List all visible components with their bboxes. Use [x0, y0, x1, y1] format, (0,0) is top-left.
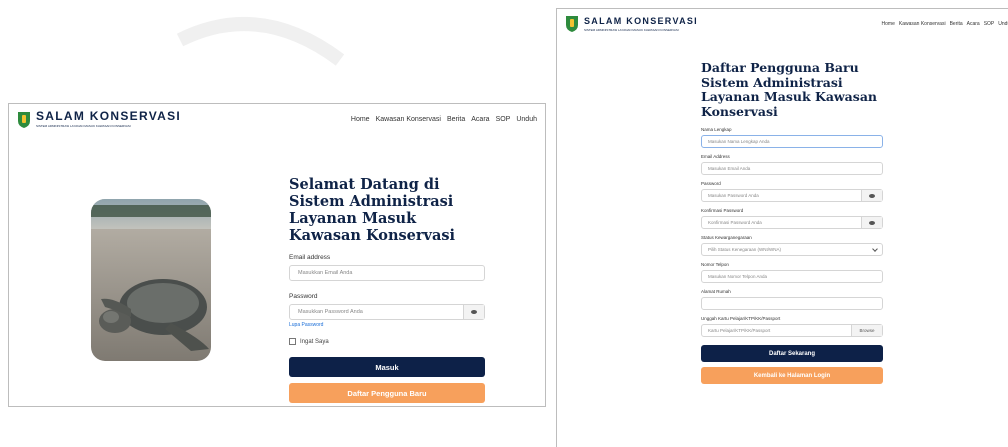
- password-label: Password: [701, 181, 721, 186]
- remember-label: Ingat Saya: [300, 338, 329, 345]
- remember-checkbox[interactable]: [289, 338, 296, 345]
- show-password-button[interactable]: [463, 305, 484, 319]
- remember-me[interactable]: Ingat Saya: [289, 338, 485, 345]
- confirm-password-placeholder: Konfirmasi Password Anda: [708, 220, 762, 225]
- nav-kawasan-konservasi[interactable]: Kawasan Konservasi: [376, 116, 441, 123]
- upload-field[interactable]: Kartu Pelajar/KTP/KK/Passport Browse: [701, 324, 883, 337]
- login-title: Selamat Datang di Sistem Administrasi La…: [289, 176, 456, 244]
- brand-tagline: SISTEM ADMINISTRASI LAYANAN MASUK KAWASA…: [584, 27, 679, 32]
- register-button[interactable]: Daftar Pengguna Baru: [289, 383, 485, 403]
- nav-menu: Home Kawasan Konservasi Berita Acara SOP…: [351, 116, 537, 123]
- nav-home[interactable]: Home: [882, 21, 895, 27]
- register-form: Daftar Pengguna Baru Sistem Administrasi…: [701, 60, 883, 384]
- nav-sop[interactable]: SOP: [496, 116, 511, 123]
- eye-icon: [869, 220, 875, 225]
- password-field[interactable]: Masukan Password Anda: [701, 189, 883, 202]
- register-title: Daftar Pengguna Baru Sistem Administrasi…: [701, 60, 878, 119]
- navbar-register: SALAM KONSERVASI SISTEM ADMINISTRASI LAY…: [557, 9, 1008, 43]
- login-button[interactable]: Masuk: [289, 357, 485, 377]
- register-window: SALAM KONSERVASI SISTEM ADMINISTRASI LAY…: [556, 8, 1008, 447]
- citizenship-label: Status Kewarganegaraan: [701, 235, 752, 240]
- chevron-down-icon: [872, 246, 878, 252]
- email-field[interactable]: Masukkan Email Anda: [289, 265, 485, 281]
- nav-acara[interactable]: Acara: [967, 21, 980, 27]
- phone-placeholder: Masukan Nomor Telpon Anda: [708, 274, 767, 279]
- phone-field[interactable]: Masukan Nomor Telpon Anda: [701, 270, 883, 283]
- turtle-image: [91, 199, 211, 361]
- password-field[interactable]: Masukkan Password Anda: [289, 304, 485, 320]
- email-label: Email address: [289, 254, 331, 261]
- brand-logo-register[interactable]: SALAM KONSERVASI SISTEM ADMINISTRASI LAY…: [565, 15, 698, 33]
- upload-label: Unggah Kartu Pelajar/KTP/KK/Passport: [701, 316, 781, 321]
- nav-home[interactable]: Home: [351, 116, 370, 123]
- phone-label: Nomor Telpon: [701, 262, 729, 267]
- register-submit-button[interactable]: Daftar Sekarang: [701, 345, 883, 362]
- nav-sop[interactable]: SOP: [984, 21, 995, 27]
- browse-button[interactable]: Browse: [851, 325, 882, 336]
- brand-tagline: SISTEM ADMINISTRASI LAYANAN MASUK KAWASA…: [36, 124, 131, 128]
- login-window: SALAM KONSERVASI SISTEM ADMINISTRASI LAY…: [8, 103, 546, 407]
- nav-berita[interactable]: Berita: [447, 116, 465, 123]
- email-label: Email Address: [701, 154, 730, 159]
- email-placeholder: Masukkan Email Anda: [298, 270, 353, 276]
- nav-acara[interactable]: Acara: [471, 116, 489, 123]
- address-label: Alamat Rumah: [701, 289, 731, 294]
- email-field[interactable]: Masukan Email Anda: [701, 162, 883, 175]
- nav-kawasan-konservasi[interactable]: Kawasan Konservasi: [899, 21, 946, 27]
- show-password-button[interactable]: [861, 190, 882, 201]
- eye-icon: [471, 310, 477, 314]
- password-placeholder: Masukan Password Anda: [708, 193, 759, 198]
- upload-placeholder: Kartu Pelajar/KTP/KK/Passport: [708, 328, 771, 333]
- login-form: Selamat Datang di Sistem Administrasi La…: [289, 176, 485, 403]
- citizenship-select[interactable]: Pilih Status Kenegaraan (WNI/WNA): [701, 243, 883, 256]
- nav-menu-register: Home Kawasan Konservasi Berita Acara SOP…: [882, 21, 1008, 27]
- forgot-password-link[interactable]: Lupa Password: [289, 322, 485, 328]
- back-to-login-button[interactable]: Kembali ke Halaman Login: [701, 367, 883, 384]
- full-name-label: Nama Lengkap: [701, 127, 732, 132]
- nav-unduh[interactable]: Unduh: [998, 21, 1008, 27]
- full-name-field[interactable]: Masukan Nama Lengkap Anda: [701, 135, 883, 148]
- address-textarea[interactable]: [701, 297, 883, 310]
- citizenship-placeholder: Pilih Status Kenegaraan (WNI/WNA): [708, 247, 782, 252]
- email-placeholder: Masukan Email Anda: [708, 166, 751, 171]
- password-placeholder: Masukkan Password Anda: [298, 309, 363, 315]
- confirm-password-field[interactable]: Konfirmasi Password Anda: [701, 216, 883, 229]
- navbar: SALAM KONSERVASI SISTEM ADMINISTRASI LAY…: [9, 104, 545, 138]
- full-name-placeholder: Masukan Nama Lengkap Anda: [708, 139, 770, 144]
- eye-icon: [869, 193, 875, 198]
- confirm-password-label: Konfirmasi Password: [701, 208, 744, 213]
- shield-logo-icon: [18, 111, 30, 128]
- brand-logo[interactable]: SALAM KONSERVASI SISTEM ADMINISTRASI LAY…: [17, 110, 181, 129]
- show-confirm-password-button[interactable]: [861, 217, 882, 228]
- nav-berita[interactable]: Berita: [950, 21, 963, 27]
- brand-name: SALAM KONSERVASI: [584, 15, 698, 26]
- brand-name: SALAM KONSERVASI: [36, 109, 182, 123]
- nav-unduh[interactable]: Unduh: [516, 116, 537, 123]
- shield-logo-icon: [566, 16, 578, 32]
- password-label: Password: [289, 293, 318, 300]
